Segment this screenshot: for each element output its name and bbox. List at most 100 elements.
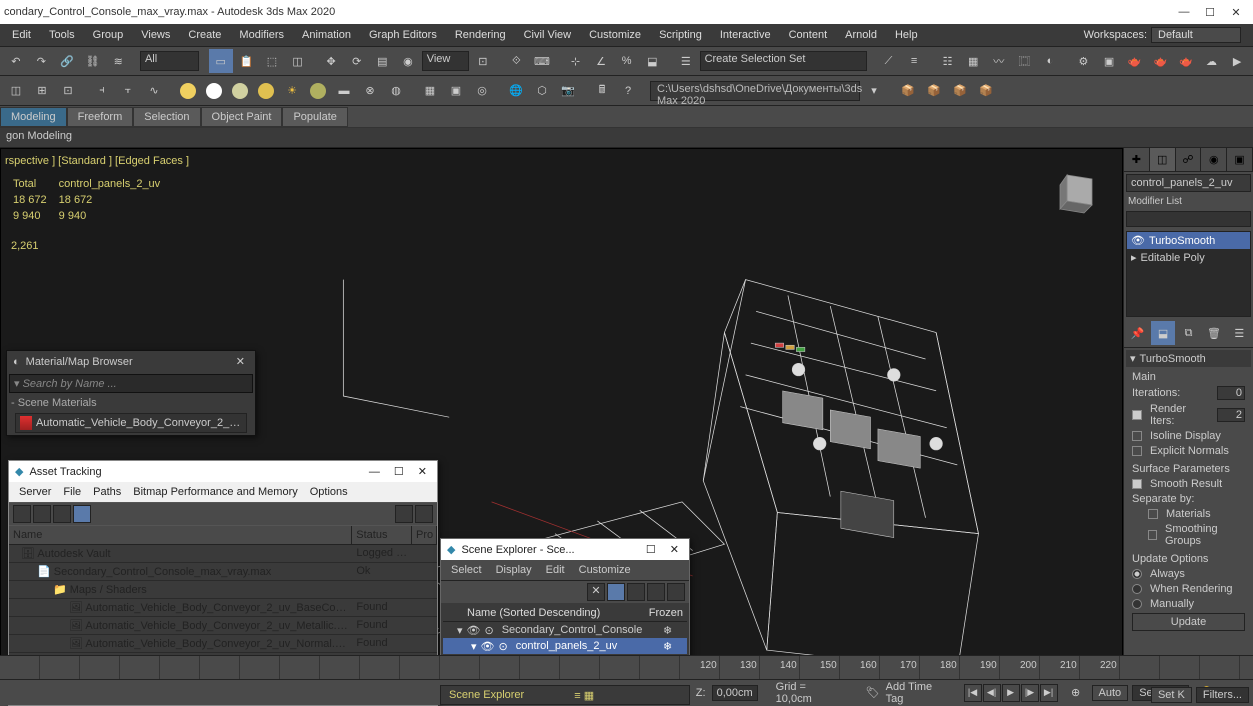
render-iterative-button[interactable]: 🫖 [1149,49,1173,73]
menu-animation[interactable]: Animation [294,27,359,43]
light2-icon[interactable] [202,79,226,103]
menu-civilview[interactable]: Civil View [516,27,579,43]
menu-tools[interactable]: Tools [41,27,83,43]
align-button[interactable]: ≡ [902,49,926,73]
at-tree-button[interactable] [53,505,71,523]
expand-icon[interactable]: ▸ [1131,251,1137,264]
se-select-children-button[interactable] [647,583,665,601]
se-lock-button[interactable] [627,583,645,601]
at-col-status[interactable]: Status [352,526,412,544]
selection-filter-combo[interactable]: All [140,51,199,71]
keymode-button[interactable]: ⊕ [1064,681,1088,705]
manipulate-button[interactable]: ⟐ [505,49,529,73]
se-maximize-button[interactable]: ☐ [642,543,660,556]
sun-icon[interactable]: ☀ [280,79,304,103]
at-menu-server[interactable]: Server [15,484,55,500]
scene-materials-header[interactable]: - Scene Materials [7,395,255,411]
menu-scripting[interactable]: Scripting [651,27,710,43]
asset-tracking-minimize-button[interactable]: — [365,466,384,478]
workspaces-combo[interactable]: Default [1151,27,1241,43]
menu-content[interactable]: Content [781,27,836,43]
asset-row[interactable]: 📄 Secondary_Control_Console_max_vray.max… [9,563,437,581]
play-button[interactable]: ▶ [1002,684,1020,702]
keyboard-shortcut-button[interactable]: ⌨ [530,49,554,73]
asset-row[interactable]: 🖼 Automatic_Vehicle_Body_Conveyor_2_uv_N… [9,635,437,653]
ribbon-tab-freeform[interactable]: Freeform [67,107,134,127]
add-time-tag-label[interactable]: Add Time Tag [886,681,948,705]
render-iters-spinner[interactable]: 2 [1217,408,1245,422]
at-menu-options[interactable]: Options [306,484,352,500]
move-tool[interactable]: ✥ [319,49,343,73]
update-always-radio[interactable] [1132,569,1142,579]
menu-grapheditors[interactable]: Graph Editors [361,27,445,43]
visibility-icon[interactable]: 👁 [1131,234,1145,247]
material-browser-close-button[interactable]: ✕ [232,355,249,368]
ribbon-tab-selection[interactable]: Selection [133,107,200,127]
at-menu-paths[interactable]: Paths [89,484,125,500]
ribbon-tab-populate[interactable]: Populate [282,107,347,127]
explicit-normals-checkbox[interactable] [1132,446,1142,456]
proxy-button[interactable]: ⬡ [530,79,554,103]
se-select-parent-button[interactable] [667,583,685,601]
scale-tool[interactable]: ▤ [370,49,394,73]
array-button[interactable]: ⊞ [30,79,54,103]
asset-tracking-close-button[interactable]: ✕ [414,465,431,478]
menu-edit[interactable]: Edit [4,27,39,43]
setkey-button[interactable]: Set K [1151,687,1192,703]
render-production-button[interactable]: 🫖 [1123,49,1147,73]
menu-modifiers[interactable]: Modifiers [231,27,292,43]
show-end-result-button[interactable]: ⬓ [1151,321,1174,345]
at-list-button[interactable] [73,505,91,523]
vray-frame-button[interactable]: ▣ [444,79,468,103]
percent-snap-button[interactable]: % [615,49,639,73]
light3-icon[interactable] [228,79,252,103]
next-frame-button[interactable]: |▶ [1021,684,1039,702]
update-render-radio[interactable] [1132,584,1142,594]
sep-smoothing-checkbox[interactable] [1148,530,1157,540]
spinner-snap-button[interactable]: ⬓ [640,49,664,73]
menu-customize[interactable]: Customize [581,27,649,43]
path-dropdown-icon[interactable]: ▾ [862,79,886,103]
configure-sets-button[interactable]: ☰ [1228,321,1251,345]
scene-node[interactable]: ▾👁⊙Secondary_Control_Console❄ [443,622,687,638]
goto-start-button[interactable]: |◀ [964,684,982,702]
time-ruler[interactable]: 120 130 140 150 160 170 180 190 200 210 … [0,656,1253,679]
light4-icon[interactable] [254,79,278,103]
menu-group[interactable]: Group [85,27,132,43]
coord-z-field[interactable]: 0,00cm [712,685,758,701]
remove-modifier-button[interactable]: 🗑 [1202,321,1225,345]
select-by-name-button[interactable]: 📋 [235,49,259,73]
project-path-field[interactable]: C:\Users\dshsd\OneDrive\Документы\3ds Ma… [650,81,860,101]
modifier-stack[interactable]: 👁 TurboSmooth ▸ Editable Poly [1126,231,1251,317]
ribbon-tab-modeling[interactable]: Modeling [0,107,67,127]
sep-materials-checkbox[interactable] [1148,509,1158,519]
iterations-spinner[interactable]: 0 [1217,386,1245,400]
env-button[interactable]: ⊗ [358,79,382,103]
container-b-button[interactable]: 📦 [922,79,946,103]
undo-button[interactable]: ↶ [4,49,28,73]
se-col-name[interactable]: Name (Sorted Descending) [467,607,649,619]
autokey-button[interactable]: Auto [1092,685,1129,701]
cp-tab-motion[interactable]: ◉ [1201,148,1227,171]
smooth-result-checkbox[interactable] [1132,479,1142,489]
update-button[interactable]: Update [1132,613,1245,631]
at-menu-bitmap[interactable]: Bitmap Performance and Memory [129,484,301,500]
window-close-button[interactable]: ✕ [1229,6,1243,19]
at-extra2-button[interactable] [415,505,433,523]
vray-pick-button[interactable]: ◎ [470,79,494,103]
material-editor-button[interactable]: ◐ [1038,49,1062,73]
cp-tab-hierarchy[interactable]: ☍ [1176,148,1202,171]
layer-explorer-button[interactable]: ☷ [936,49,960,73]
render-activeshade-button[interactable]: 🫖 [1174,49,1198,73]
se-menu-edit[interactable]: Edit [540,562,571,578]
rollout-turbosmooth-header[interactable]: ▾ TurboSmooth [1126,350,1251,367]
container-a-button[interactable]: 📦 [896,79,920,103]
help-icon[interactable]: ? [616,79,640,103]
ref-coord-combo[interactable]: View [422,51,469,71]
schematic-view-button[interactable]: ⿴ [1013,49,1037,73]
render-cloud-button[interactable]: ☁ [1200,49,1224,73]
render-frame-button[interactable]: ▣ [1097,49,1121,73]
light1-icon[interactable] [176,79,200,103]
se-col-frozen[interactable]: Frozen [649,607,683,619]
prev-frame-button[interactable]: ◀| [983,684,1001,702]
